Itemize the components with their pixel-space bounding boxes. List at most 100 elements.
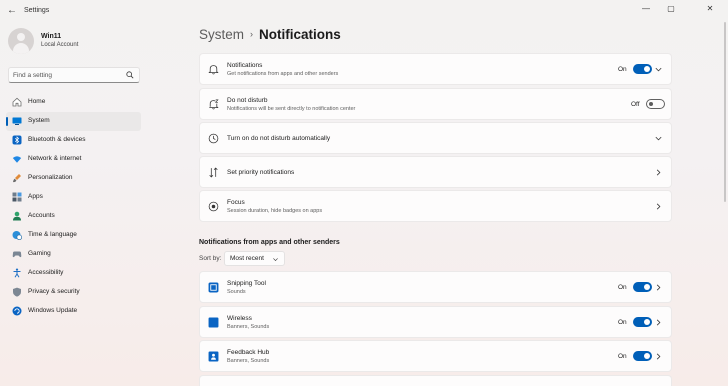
app-row-snipping-tool[interactable]: Snipping Tool Sounds On: [199, 271, 672, 303]
back-button[interactable]: ←: [6, 5, 18, 17]
sidebar-item-network[interactable]: Network & internet: [6, 150, 141, 169]
shield-icon: [13, 287, 21, 297]
toggle-state-label: On: [618, 353, 627, 360]
notifications-toggle[interactable]: [633, 64, 652, 74]
sidebar-item-label: Accessibility: [28, 269, 64, 276]
chevron-right-icon[interactable]: [654, 283, 663, 292]
breadcrumb-separator: ›: [250, 29, 254, 39]
auto-dnd-card[interactable]: Turn on do not disturb automatically: [199, 122, 672, 154]
app-row-wireless[interactable]: Wireless Banners, Sounds On: [199, 306, 672, 338]
snipping-tool-icon: [208, 282, 219, 293]
sidebar-item-label: Apps: [28, 193, 43, 200]
sidebar-item-gaming[interactable]: Gaming: [6, 245, 141, 264]
sidebar-item-label: Privacy & security: [28, 288, 80, 295]
sort-dropdown[interactable]: Most recent: [224, 251, 285, 266]
bell-snooze-icon: [209, 99, 219, 110]
app-name: Wireless: [227, 315, 252, 322]
clock-icon: [208, 133, 219, 144]
card-title: Set priority notifications: [227, 169, 295, 176]
sidebar-item-label: Time & language: [28, 231, 77, 238]
wireless-icon: [208, 317, 219, 328]
sidebar-item-label: System: [28, 117, 50, 124]
app-name: Feedback Hub: [227, 349, 270, 356]
card-title: Notifications: [227, 62, 263, 69]
update-icon: [12, 306, 22, 316]
sort-dropdown-value: Most recent: [230, 255, 264, 262]
scrollbar-thumb[interactable]: [724, 22, 726, 202]
notifications-card[interactable]: Notifications Get notifications from app…: [199, 53, 672, 85]
feedback-hub-toggle[interactable]: [633, 351, 652, 361]
brush-icon: [13, 174, 21, 183]
card-subtitle: Notifications will be sent directly to n…: [227, 106, 356, 112]
sidebar-item-system[interactable]: System: [6, 112, 141, 131]
do-not-disturb-toggle[interactable]: [646, 99, 665, 109]
chevron-down-icon[interactable]: [654, 134, 663, 143]
card-subtitle: Session duration, hide badges on apps: [227, 208, 323, 214]
sidebar-item-accessibility[interactable]: Accessibility: [6, 264, 141, 283]
gamepad-icon: [12, 251, 22, 258]
toggle-state-label: On: [618, 319, 627, 326]
snipping-tool-toggle[interactable]: [633, 282, 652, 292]
globe-clock-icon: [12, 231, 22, 240]
scrollbar[interactable]: [724, 22, 727, 386]
chevron-right-icon[interactable]: [654, 202, 663, 211]
sidebar-item-label: Bluetooth & devices: [28, 136, 86, 143]
sidebar-item-accounts[interactable]: Accounts: [6, 207, 141, 226]
sidebar-item-label: Gaming: [28, 250, 51, 257]
wireless-toggle[interactable]: [633, 317, 652, 327]
sidebar-nav: Home System Bluetooth & devices Network …: [6, 93, 141, 321]
bell-icon: [208, 65, 219, 75]
home-icon: [12, 97, 22, 107]
sidebar-item-time-language[interactable]: Time & language: [6, 226, 141, 245]
sidebar-item-privacy[interactable]: Privacy & security: [6, 283, 141, 302]
chevron-down-icon[interactable]: [654, 65, 663, 74]
app-row-partial[interactable]: [199, 375, 672, 386]
app-row-feedback-hub[interactable]: Feedback Hub Banners, Sounds On: [199, 340, 672, 372]
sidebar-item-home[interactable]: Home: [6, 93, 141, 112]
search-input[interactable]: [13, 70, 123, 81]
toggle-state-label: Off: [631, 101, 640, 108]
sidebar-item-windows-update[interactable]: Windows Update: [6, 302, 141, 321]
sort-by-label: Sort by:: [199, 255, 222, 262]
search-icon[interactable]: [126, 71, 134, 79]
feedback-hub-icon: [208, 351, 219, 362]
focus-card[interactable]: Focus Session duration, hide badges on a…: [199, 190, 672, 222]
sidebar-item-label: Home: [28, 98, 46, 105]
app-subtitle: Banners, Sounds: [227, 324, 270, 330]
chevron-right-icon[interactable]: [654, 318, 663, 327]
sidebar-item-bluetooth[interactable]: Bluetooth & devices: [6, 131, 141, 150]
close-button[interactable]: ✕: [701, 3, 719, 15]
avatar: [8, 28, 34, 54]
page-title: Notifications: [259, 27, 341, 42]
wifi-icon: [12, 156, 22, 163]
sidebar-item-label: Windows Update: [28, 307, 78, 314]
focus-icon: [208, 201, 219, 212]
apps-icon: [12, 192, 22, 202]
accounts-icon: [13, 211, 21, 221]
card-title: Focus: [227, 199, 245, 206]
sidebar-item-personalization[interactable]: Personalization: [6, 169, 141, 188]
app-subtitle: Banners, Sounds: [227, 358, 270, 364]
accessibility-icon: [13, 268, 21, 278]
app-name: Snipping Tool: [227, 280, 266, 287]
priority-notifications-card[interactable]: Set priority notifications: [199, 156, 672, 188]
chevron-right-icon[interactable]: [654, 168, 663, 177]
account-type: Local Account: [41, 42, 79, 48]
card-title: Do not disturb: [227, 97, 268, 104]
chevron-down-icon: [273, 258, 278, 261]
breadcrumb: System › Notifications: [199, 27, 341, 42]
breadcrumb-parent[interactable]: System: [199, 27, 244, 42]
window-title: Settings: [24, 7, 50, 14]
chevron-right-icon[interactable]: [654, 352, 663, 361]
do-not-disturb-card: Do not disturb Notifications will be sen…: [199, 88, 672, 120]
section-title: Notifications from apps and other sender…: [199, 239, 340, 246]
sidebar-item-label: Personalization: [28, 174, 73, 181]
minimize-button[interactable]: —: [637, 3, 655, 15]
search-box[interactable]: [8, 67, 140, 83]
bluetooth-icon: [12, 135, 22, 145]
sidebar-item-label: Network & internet: [28, 155, 82, 162]
toggle-state-label: On: [618, 284, 627, 291]
maximize-button[interactable]: ▢: [662, 3, 680, 15]
title-bar: ← Settings — ▢ ✕: [0, 0, 728, 22]
sidebar-item-apps[interactable]: Apps: [6, 188, 141, 207]
